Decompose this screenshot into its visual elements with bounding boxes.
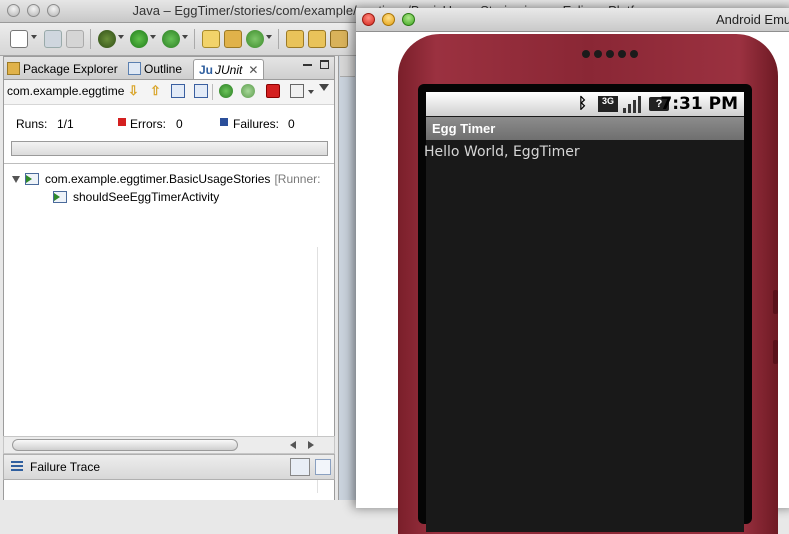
hello-text: Hello World, EggTimer xyxy=(424,144,580,160)
scroll-lock-icon[interactable] xyxy=(194,84,208,98)
chevron-down-icon[interactable] xyxy=(150,35,156,39)
chevron-down-icon[interactable] xyxy=(266,35,272,39)
runs-label: Runs: xyxy=(16,117,48,131)
new-java-project-icon[interactable] xyxy=(202,30,220,48)
session-label: com.example.eggtimer.BasicUsageStories xyxy=(7,84,125,98)
junit-toolbar: com.example.eggtimer.BasicUsageStories ⇩… xyxy=(4,80,334,105)
stop-icon[interactable] xyxy=(266,84,280,98)
speaker-grille xyxy=(582,48,642,60)
toolbar-separator xyxy=(278,29,279,49)
open-resource-icon[interactable] xyxy=(308,30,326,48)
close-window-button[interactable] xyxy=(362,13,375,26)
run-icon[interactable] xyxy=(130,30,148,48)
test-progress-bar xyxy=(11,141,328,156)
show-failures-only-icon[interactable] xyxy=(171,84,185,98)
error-icon xyxy=(118,118,126,126)
chevron-down-icon[interactable] xyxy=(182,35,188,39)
phone-body: ᛒ 3G ? 7:31 PM Egg Timer Hello World, Eg… xyxy=(398,34,778,534)
test-case-icon xyxy=(53,190,69,205)
external-tools-icon[interactable] xyxy=(162,30,180,48)
test-suite-icon xyxy=(25,172,41,187)
next-failure-icon[interactable]: ⇩ xyxy=(128,84,142,98)
tree-row-suite[interactable]: com.example.eggtimer.BasicUsageStories [… xyxy=(12,170,320,188)
network-3g-icon: 3G xyxy=(598,96,618,112)
failures-value: 0 xyxy=(288,117,295,131)
failure-icon xyxy=(220,118,228,126)
scroll-left-icon[interactable] xyxy=(290,441,296,449)
app-title-bar: Egg Timer xyxy=(426,117,744,140)
editor-tab-edge xyxy=(340,56,355,77)
debug-icon[interactable] xyxy=(98,30,116,48)
errors-value: 0 xyxy=(176,117,183,131)
emulator-titlebar: Android Emulator xyxy=(356,8,789,32)
toolbar-separator xyxy=(90,29,91,49)
suite-runner-label: [Runner: xyxy=(274,172,321,186)
app-title: Egg Timer xyxy=(432,121,496,136)
suite-label: com.example.eggtimer.BasicUsageStories xyxy=(45,172,271,186)
rerun-failed-first-icon[interactable] xyxy=(241,84,255,98)
bluetooth-icon: ᛒ xyxy=(578,95,588,112)
zoom-window-button[interactable] xyxy=(402,13,415,26)
errors-label: Errors: xyxy=(130,117,166,131)
minimize-window-button[interactable] xyxy=(382,13,395,26)
runs-value: 1/1 xyxy=(57,117,74,131)
test-counters: Runs: 1/1 Errors: 0 Failures: 0 xyxy=(4,105,334,135)
compare-result-icon[interactable] xyxy=(315,459,331,475)
chevron-down-icon[interactable] xyxy=(31,35,37,39)
signal-strength-icon xyxy=(623,96,643,113)
tab-package-explorer-label: Package Explorer xyxy=(23,61,118,76)
failure-trace-header: Failure Trace xyxy=(3,454,335,480)
close-icon[interactable]: ✕ xyxy=(248,63,258,77)
new-class-icon[interactable] xyxy=(246,30,264,48)
emulator-title: Android Emulator xyxy=(716,12,789,27)
maximize-view-icon[interactable] xyxy=(320,60,329,69)
failure-trace-label: Failure Trace xyxy=(30,460,101,474)
horizontal-scrollbar[interactable] xyxy=(3,436,335,454)
junit-view: Package Explorer Outline Ju JUnit ✕ com.… xyxy=(3,56,335,500)
new-package-icon[interactable] xyxy=(224,30,242,48)
chevron-down-icon[interactable] xyxy=(308,90,314,94)
search-icon[interactable] xyxy=(330,30,348,48)
scroll-right-icon[interactable] xyxy=(308,441,314,449)
volume-up-button[interactable] xyxy=(773,290,778,314)
previous-failure-icon[interactable]: ⇧ xyxy=(150,84,164,98)
open-type-icon[interactable] xyxy=(286,30,304,48)
tree-row-test[interactable]: shouldSeeEggTimerActivity xyxy=(53,188,219,206)
rerun-test-icon[interactable] xyxy=(219,84,233,98)
test-run-history-icon[interactable] xyxy=(290,84,304,98)
device-screen[interactable]: ᛒ 3G ? 7:31 PM Egg Timer Hello World, Eg… xyxy=(424,92,744,532)
print-icon[interactable] xyxy=(66,30,84,48)
status-clock: 7:31 PM xyxy=(660,94,738,114)
test-label: shouldSeeEggTimerActivity xyxy=(73,190,220,204)
test-tree: com.example.eggtimer.BasicUsageStories [… xyxy=(4,163,334,434)
minimize-view-icon[interactable] xyxy=(303,64,312,66)
junit-icon: Ju xyxy=(199,62,214,77)
toolbar-separator xyxy=(194,29,195,49)
filter-stack-trace-icon[interactable] xyxy=(290,458,310,476)
toolbar-separator xyxy=(212,84,213,100)
new-wizard-icon[interactable] xyxy=(10,30,28,48)
tab-outline-label: Outline xyxy=(144,61,183,76)
tab-package-explorer[interactable]: Package Explorer xyxy=(7,59,118,78)
view-menu-icon[interactable] xyxy=(319,84,329,91)
failures-label: Failures: xyxy=(233,117,280,131)
expand-triangle-icon[interactable] xyxy=(12,175,20,183)
outline-icon xyxy=(128,62,141,75)
view-tab-bar: Package Explorer Outline Ju JUnit ✕ xyxy=(4,57,334,80)
package-explorer-icon xyxy=(7,62,20,75)
scrollbar-thumb[interactable] xyxy=(12,439,238,451)
android-status-bar: ᛒ 3G ? 7:31 PM xyxy=(426,92,744,116)
tab-outline[interactable]: Outline xyxy=(128,59,182,78)
tab-junit-label: JUnit xyxy=(215,62,243,77)
tab-junit[interactable]: Ju JUnit ✕ xyxy=(193,59,265,79)
emulator-window: Android Emulator ᛒ 3G ? 7:31 PM xyxy=(356,8,789,534)
editor-area-edge xyxy=(338,56,357,500)
chevron-down-icon[interactable] xyxy=(118,35,124,39)
save-icon[interactable] xyxy=(44,30,62,48)
failure-trace-icon-bar xyxy=(11,465,23,467)
volume-down-button[interactable] xyxy=(773,340,778,364)
